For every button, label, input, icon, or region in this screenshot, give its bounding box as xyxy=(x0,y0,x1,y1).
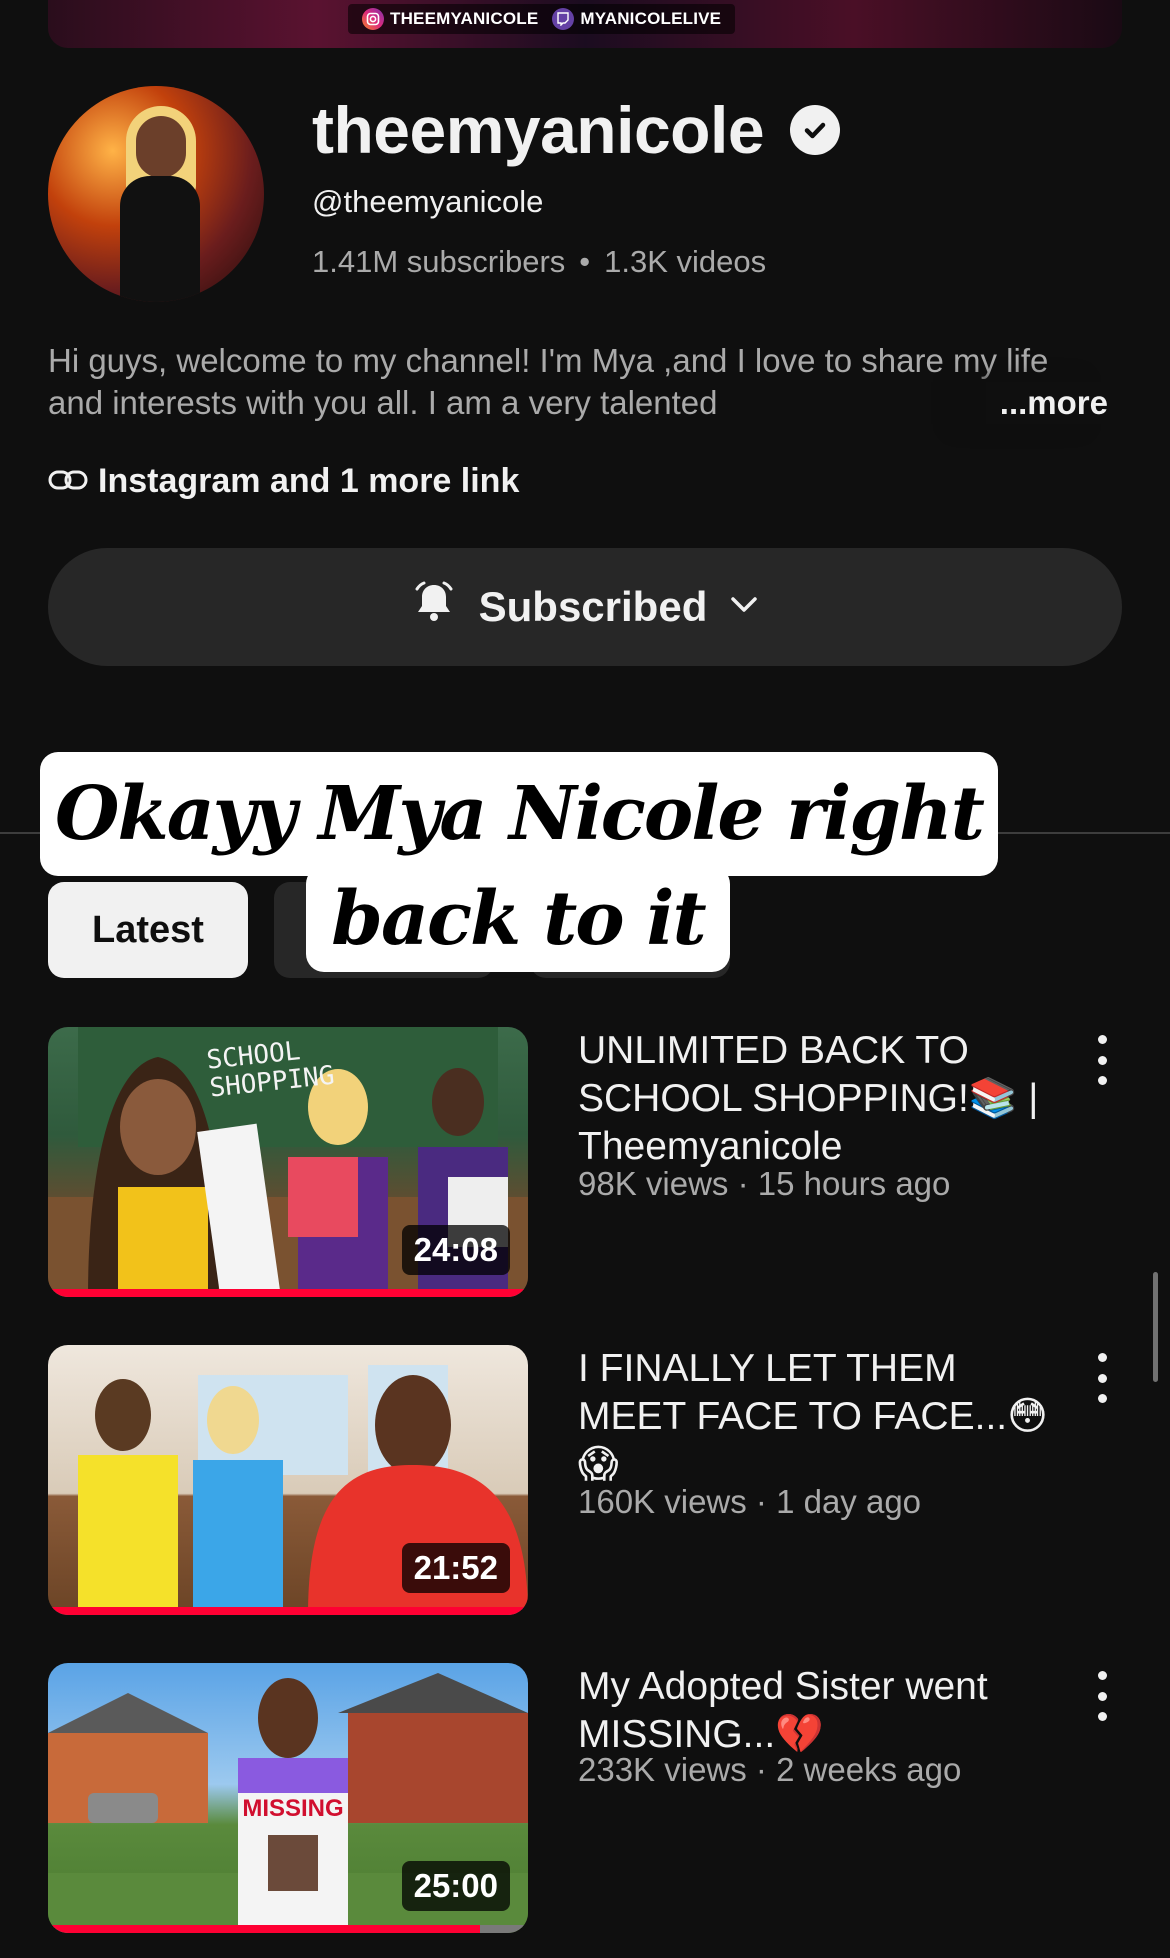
channel-stats: 1.41M subscribers • 1.3K videos xyxy=(312,244,766,280)
scrollbar[interactable] xyxy=(1153,1272,1158,1382)
video-item[interactable]: SCHOOL SHOPPING 24:08 UNLIMITED BACK TO … xyxy=(48,1027,1122,1299)
description-more-link[interactable]: ...more xyxy=(985,382,1108,424)
video-meta: 160K views · 1 day ago xyxy=(578,1483,922,1520)
video-item[interactable]: 21:52 I FINALLY LET THEM MEET FACE TO FA… xyxy=(48,1345,1122,1617)
subscribed-label: Subscribed xyxy=(478,583,708,630)
channel-name: theemyanicole xyxy=(312,92,841,168)
video-title[interactable]: I FINALLY LET THEM MEET FACE TO FACE...😳… xyxy=(578,1345,1048,1489)
video-thumbnail[interactable]: MISSING 25:00 xyxy=(48,1663,528,1933)
filter-chip-latest[interactable]: Latest xyxy=(48,882,248,978)
channel-name-text: theemyanicole xyxy=(312,93,765,167)
video-title[interactable]: My Adopted Sister went MISSING...💔 xyxy=(578,1663,1048,1759)
channel-links[interactable]: Instagram and 1 more link xyxy=(48,462,519,501)
banner-social-links: THEEMYANICOLE MYANICOLELIVE xyxy=(348,4,736,34)
video-meta: 98K views · 15 hours ago xyxy=(578,1165,951,1202)
twitch-icon xyxy=(552,8,575,30)
video-meta: 233K views · 2 weeks ago xyxy=(578,1751,962,1788)
watch-progress-bar xyxy=(48,1925,480,1933)
more-options-icon[interactable] xyxy=(1092,1671,1112,1721)
more-options-icon[interactable] xyxy=(1092,1035,1112,1085)
banner-twitch: MYANICOLELIVE xyxy=(552,8,721,30)
notification-bell-icon xyxy=(409,577,459,637)
avatar-head xyxy=(136,116,186,178)
thumbnail-text: MISSING xyxy=(242,1795,344,1822)
video-thumbnail[interactable]: SCHOOL SHOPPING 24:08 xyxy=(48,1027,528,1297)
video-duration: 25:00 xyxy=(401,1861,510,1911)
instagram-icon xyxy=(362,8,384,30)
verified-check-icon xyxy=(790,105,841,155)
channel-handle: @theemyanicole xyxy=(312,184,544,219)
overlay-caption-line1: Okayy Mya Nicole right xyxy=(40,752,998,876)
overlay-caption-line2: back to it xyxy=(306,866,730,972)
banner-twitch-label: MYANICOLELIVE xyxy=(580,9,722,28)
chevron-down-icon xyxy=(727,583,761,631)
subscribed-button[interactable]: Subscribed xyxy=(48,548,1122,666)
video-item[interactable]: MISSING 25:00 My Adopted Sister went MIS… xyxy=(48,1663,1122,1935)
banner-instagram: THEEMYANICOLE xyxy=(362,8,538,30)
video-duration: 21:52 xyxy=(401,1543,510,1593)
thumbnail-text: SCHOOL SHOPPING xyxy=(205,1036,336,1104)
link-icon xyxy=(48,462,88,501)
video-count: 1.3K videos xyxy=(604,244,767,279)
avatar-body xyxy=(120,176,200,302)
stats-separator: • xyxy=(579,244,591,279)
watch-progress-bar xyxy=(48,1289,528,1297)
video-duration: 24:08 xyxy=(401,1225,510,1275)
channel-banner: THEEMYANICOLE MYANICOLELIVE xyxy=(48,0,1122,48)
channel-links-label: Instagram and 1 more link xyxy=(98,462,520,500)
watch-progress-bar xyxy=(48,1607,528,1615)
video-thumbnail[interactable]: 21:52 xyxy=(48,1345,528,1615)
banner-instagram-label: THEEMYANICOLE xyxy=(390,9,539,28)
video-title[interactable]: UNLIMITED BACK TO SCHOOL SHOPPING!📚 | Th… xyxy=(578,1027,1048,1171)
channel-avatar[interactable] xyxy=(48,86,264,302)
description-text: Hi guys, welcome to my channel! I'm Mya … xyxy=(48,342,1049,421)
subscriber-count: 1.41M subscribers xyxy=(312,244,566,279)
more-options-icon[interactable] xyxy=(1092,1353,1112,1403)
channel-description[interactable]: Hi guys, welcome to my channel! I'm Mya … xyxy=(48,340,1108,424)
